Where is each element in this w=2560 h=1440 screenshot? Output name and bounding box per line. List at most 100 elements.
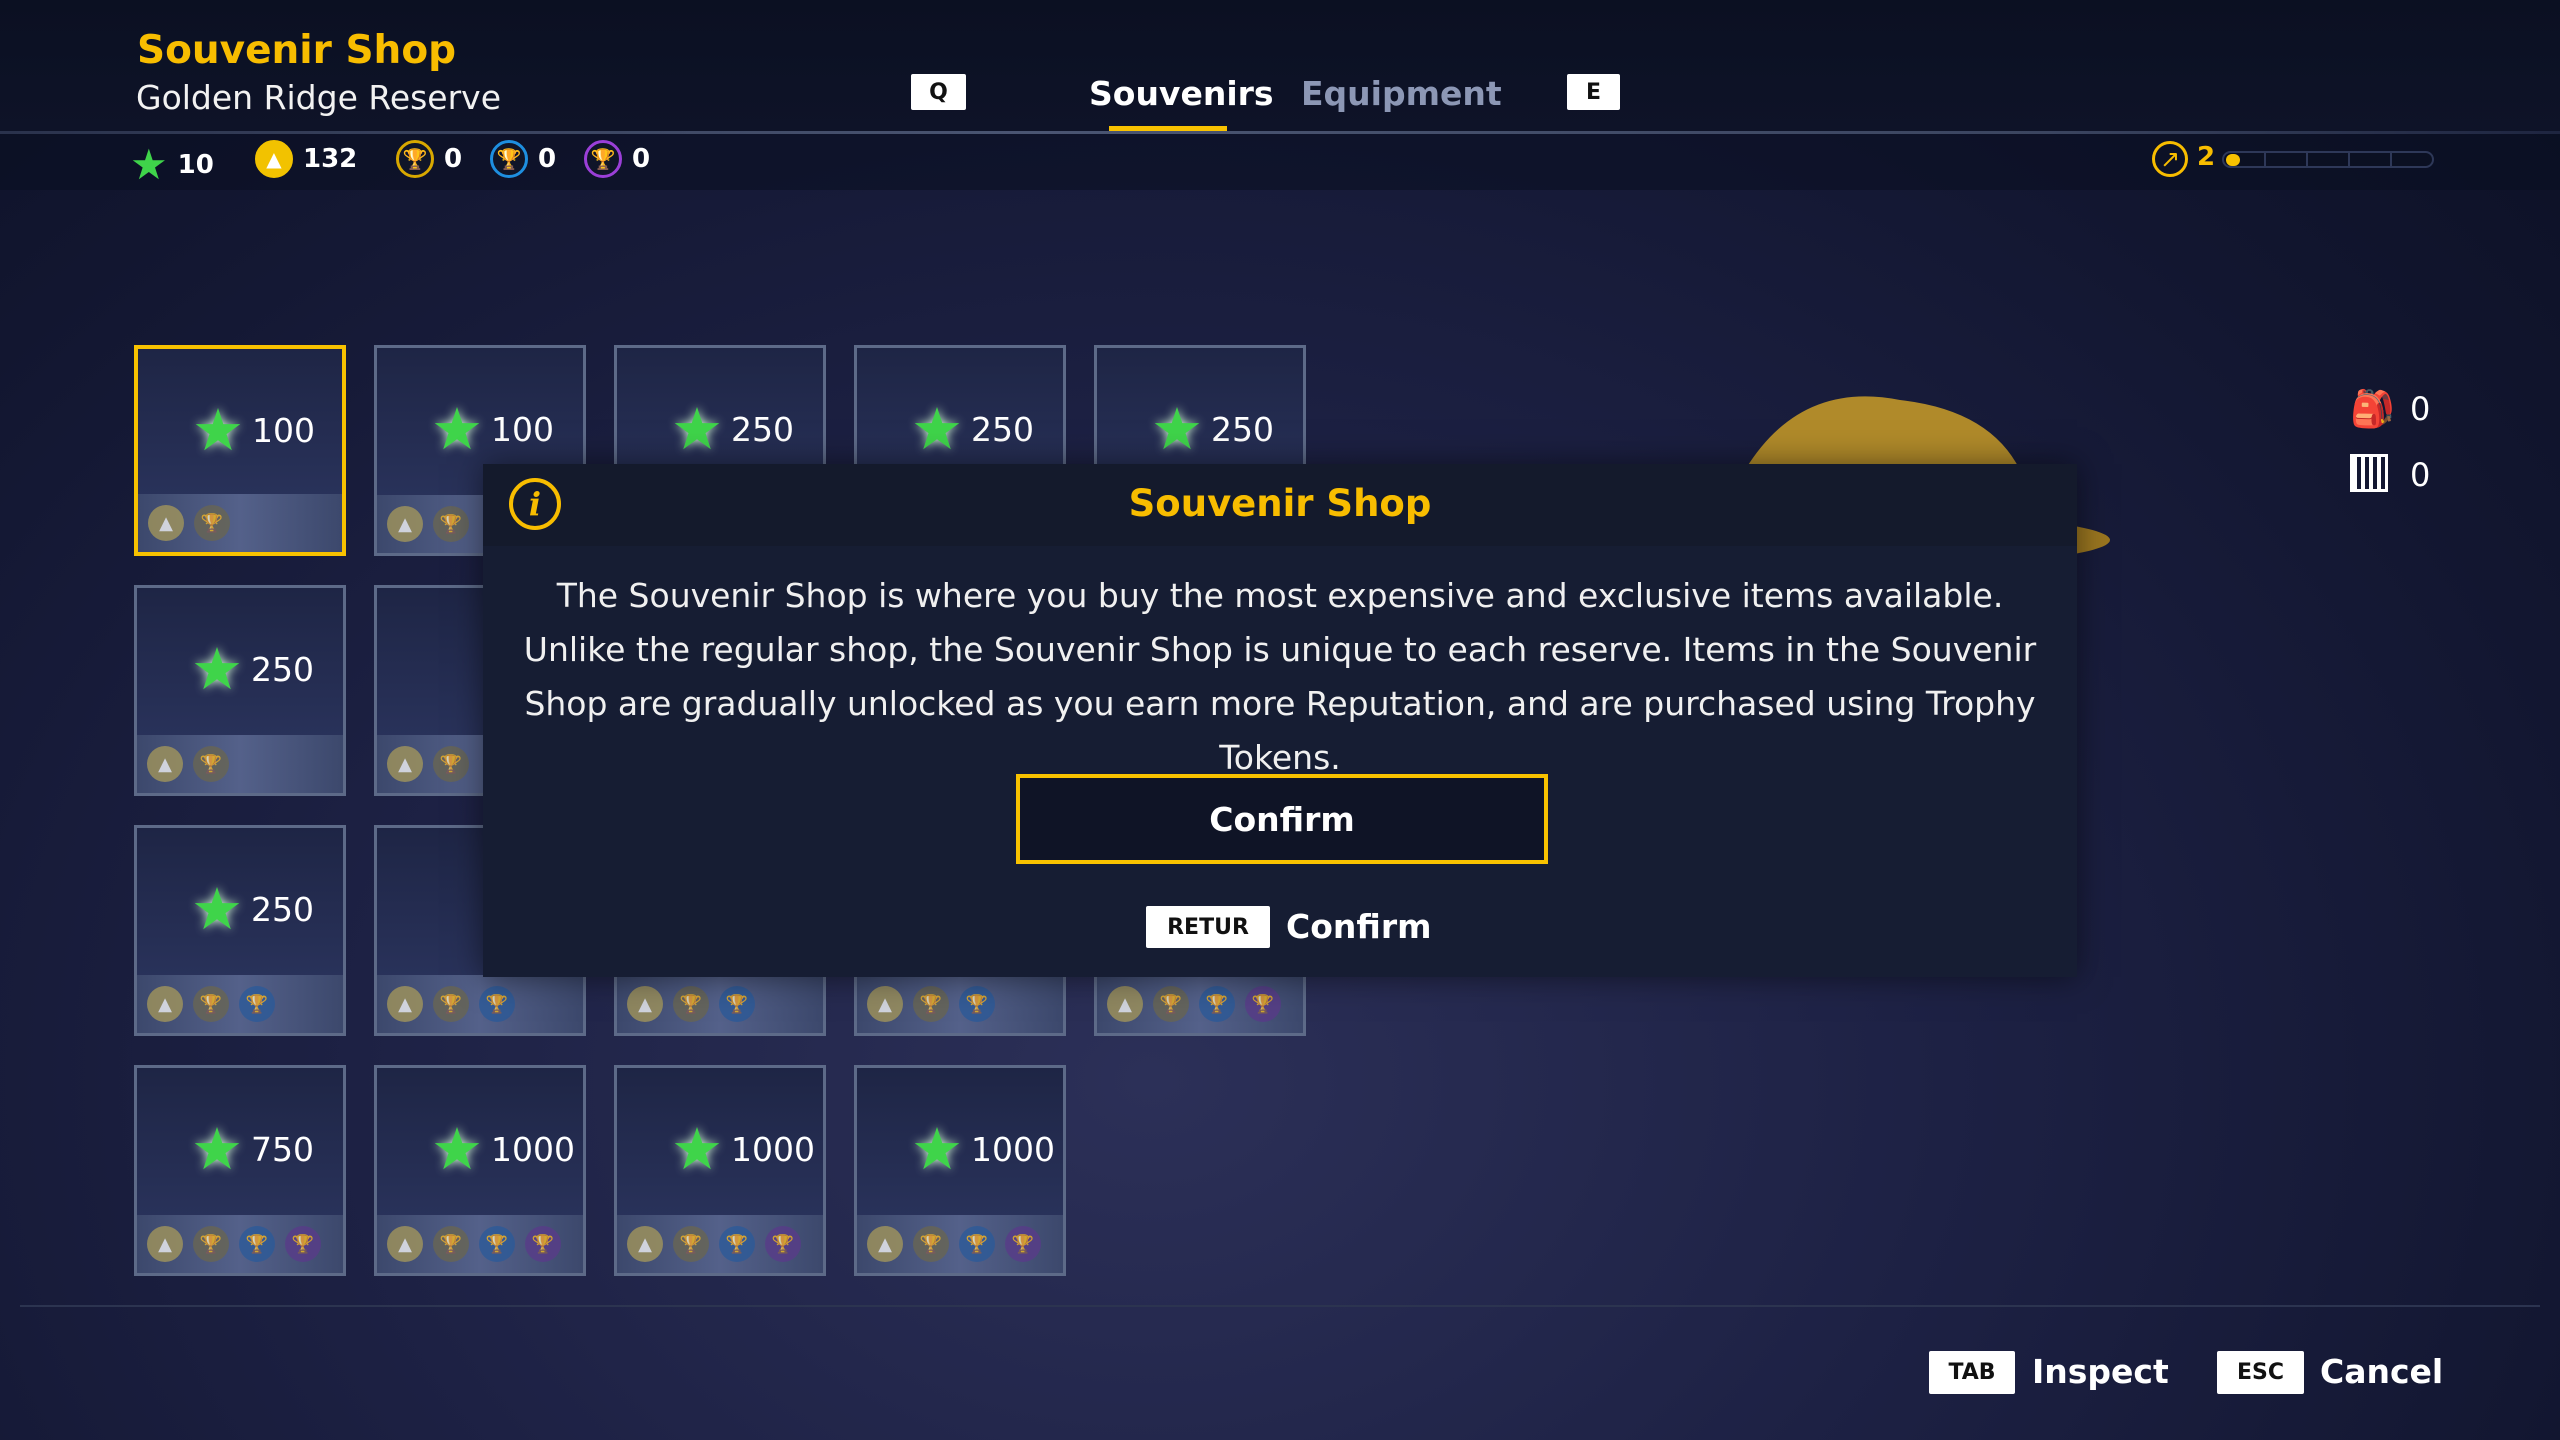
required-currencies: ▲🏆: [138, 494, 342, 552]
currency-purple-trophy: 🏆 0: [584, 140, 650, 178]
souvenir-item-card[interactable]: ★250▲🏆: [134, 585, 346, 796]
blue-trophy-icon: 🏆: [239, 986, 275, 1022]
coin-icon: ▲: [147, 1226, 183, 1262]
currency-value: 132: [303, 144, 358, 174]
gold-trophy-icon: 🏆: [673, 1226, 709, 1262]
souvenir-item-card[interactable]: ★ 100 ▲ 🏆: [134, 345, 346, 556]
cancel-label[interactable]: Cancel: [2320, 1352, 2443, 1391]
coin-icon: ▲: [867, 986, 903, 1022]
required-currencies: ▲ 🏆 🏆: [137, 975, 343, 1033]
crate-icon: [2350, 454, 2388, 492]
price-value: 250: [731, 409, 794, 449]
coin-icon: ▲: [387, 746, 423, 782]
price-value: 1000: [491, 1129, 575, 1169]
blue-trophy-icon: 🏆: [490, 140, 528, 178]
souvenir-item-card[interactable]: ★ 1000 ▲ 🏆 🏆 🏆: [854, 1065, 1066, 1276]
active-tab-underline: [1109, 126, 1227, 131]
esc-key[interactable]: ESC: [2217, 1351, 2304, 1394]
blue-trophy-icon: 🏆: [719, 986, 755, 1022]
purple-trophy-icon: 🏆: [525, 1226, 561, 1262]
coin-icon: ▲: [147, 986, 183, 1022]
currency-value: 0: [632, 144, 651, 174]
coin-icon: ▲: [148, 505, 184, 541]
required-currencies: ▲ 🏆 🏆 🏆: [617, 1215, 823, 1273]
currency-blue-trophy: 🏆 0: [490, 140, 556, 178]
required-currencies: ▲ 🏆 🏆 🏆: [137, 1215, 343, 1273]
crate-count: 0: [2410, 456, 2431, 494]
currency-green-star: ★ 10: [130, 140, 214, 189]
gold-trophy-icon: 🏆: [913, 986, 949, 1022]
gold-coin-icon: ▲: [255, 140, 293, 178]
green-star-icon: ★: [671, 1115, 723, 1183]
item-price: ★ 1000: [431, 1120, 575, 1178]
return-key[interactable]: RETUR: [1146, 906, 1270, 948]
green-star-icon: ★: [192, 396, 244, 464]
progress-segment: [2266, 153, 2308, 166]
purple-trophy-icon: 🏆: [584, 140, 622, 178]
blue-trophy-icon: 🏆: [959, 1226, 995, 1262]
purple-trophy-icon: 🏆: [765, 1226, 801, 1262]
price-value: 250: [251, 649, 314, 689]
reputation-arrow-icon: ↗: [2152, 141, 2188, 177]
item-price: ★ 1000: [911, 1120, 1055, 1178]
confirm-button[interactable]: Confirm: [1016, 774, 1548, 864]
souvenir-item-card[interactable]: ★ 1000 ▲ 🏆 🏆 🏆: [614, 1065, 826, 1276]
blue-trophy-icon: 🏆: [719, 1226, 755, 1262]
backpack-icon: 🎒: [2350, 389, 2395, 430]
item-price: ★ 250: [191, 880, 314, 938]
currency-value: 10: [177, 149, 214, 180]
price-value: 100: [252, 410, 315, 450]
gold-trophy-icon: 🏆: [433, 1226, 469, 1262]
gold-trophy-icon: 🏆: [433, 746, 469, 782]
gold-trophy-icon: 🏆: [193, 986, 229, 1022]
souvenir-item-card[interactable]: ★ 750 ▲ 🏆 🏆 🏆: [134, 1065, 346, 1276]
gold-trophy-icon: 🏆: [433, 506, 469, 542]
blue-trophy-icon: 🏆: [479, 1226, 515, 1262]
souvenir-item-card[interactable]: ★ 1000 ▲ 🏆 🏆 🏆: [374, 1065, 586, 1276]
gold-trophy-icon: 🏆: [396, 140, 434, 178]
price-value: 1000: [971, 1129, 1055, 1169]
coin-icon: ▲: [627, 986, 663, 1022]
progress-fill: [2226, 154, 2240, 166]
purple-trophy-icon: 🏆: [1245, 986, 1281, 1022]
green-star-icon: ★: [431, 395, 483, 463]
coin-icon: ▲: [627, 1226, 663, 1262]
header-divider: [0, 131, 2560, 134]
gold-trophy-icon: 🏆: [913, 1226, 949, 1262]
purple-trophy-icon: 🏆: [1005, 1226, 1041, 1262]
reserve-name: Golden Ridge Reserve: [136, 78, 502, 117]
reputation-progress-bar: [2222, 151, 2434, 168]
required-currencies: ▲ 🏆 🏆 🏆: [1097, 975, 1303, 1033]
coin-icon: ▲: [1107, 986, 1143, 1022]
tab-key[interactable]: TAB: [1929, 1351, 2015, 1394]
prev-tab-key[interactable]: Q: [911, 74, 966, 110]
tab-souvenirs[interactable]: Souvenirs: [1089, 74, 1274, 113]
gold-trophy-icon: 🏆: [433, 986, 469, 1022]
price-value: 250: [1211, 409, 1274, 449]
next-tab-key[interactable]: E: [1567, 74, 1620, 110]
purple-trophy-icon: 🏆: [285, 1226, 321, 1262]
required-currencies: ▲ 🏆 🏆 🏆: [377, 1215, 583, 1273]
inspect-label[interactable]: Inspect: [2032, 1352, 2169, 1391]
price-value: 100: [491, 409, 554, 449]
coin-icon: ▲: [147, 746, 183, 782]
tab-equipment[interactable]: Equipment: [1301, 74, 1502, 113]
souvenir-item-card[interactable]: ★ 250 ▲ 🏆 🏆: [134, 825, 346, 1036]
required-currencies: ▲ 🏆 🏆: [617, 975, 823, 1033]
required-currencies: ▲ 🏆 🏆 🏆: [857, 1215, 1063, 1273]
progress-segment: [2308, 153, 2350, 166]
dialog-title: Souvenir Shop: [1128, 482, 1432, 525]
currency-gold-trophy: 🏆 0: [396, 140, 462, 178]
progress-segment: [2392, 153, 2432, 166]
blue-trophy-icon: 🏆: [479, 986, 515, 1022]
coin-icon: ▲: [387, 986, 423, 1022]
green-star-icon: ★: [191, 635, 243, 703]
dialog-body: The Souvenir Shop is where you buy the m…: [523, 576, 2037, 777]
item-price: ★ 250: [191, 640, 314, 698]
price-value: 250: [971, 409, 1034, 449]
item-price: ★ 250: [671, 400, 794, 458]
footer-divider: [20, 1305, 2540, 1307]
progress-segment: [2350, 153, 2392, 166]
green-star-icon: ★: [191, 875, 243, 943]
blue-trophy-icon: 🏆: [1199, 986, 1235, 1022]
